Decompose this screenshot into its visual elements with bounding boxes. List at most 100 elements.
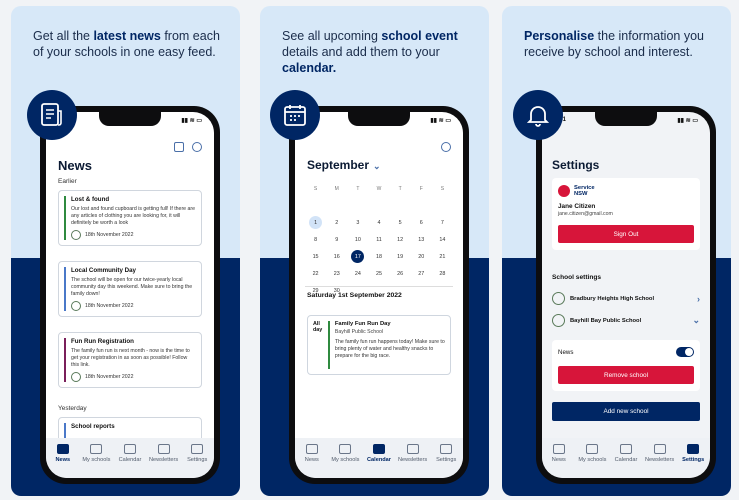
tab-settings[interactable]: Settings (677, 444, 709, 478)
tab-news[interactable]: News (47, 444, 79, 478)
tab-settings[interactable]: Settings (181, 444, 213, 478)
notch (595, 112, 657, 126)
remove-school-button[interactable]: Remove school (558, 366, 694, 384)
calendar-day[interactable]: 4 (368, 216, 389, 229)
calendar-day[interactable]: 28 (432, 267, 453, 280)
promo-panel-news: Get all the latest news from each of you… (11, 6, 240, 496)
news-toggle-label: News (558, 348, 574, 356)
newsletter-icon (406, 444, 419, 454)
school-options-card: News Remove school (552, 340, 700, 391)
calendar-empty (326, 199, 347, 212)
calendar-day[interactable]: 1 (309, 216, 323, 229)
calendar-empty (390, 199, 411, 212)
page-title: Settings (552, 158, 600, 172)
school-logo-icon (552, 292, 565, 305)
news-card[interactable]: Local Community Day The school will be o… (58, 261, 202, 318)
calendar-day[interactable]: 17 (351, 250, 365, 263)
settings-screen: 9:41▮▮ ≋ ▭ Settings ServiceNSW Jane Citi… (542, 112, 710, 478)
tab-newsletters[interactable]: Newsletters (644, 444, 676, 478)
phone-frame: 9:41▮▮ ≋ ▭ September⌄ SMTWTFS12345678910… (289, 106, 469, 484)
calendar-empty (411, 199, 432, 212)
add-school-button[interactable]: Add new school (552, 402, 700, 421)
calendar-day[interactable]: 11 (368, 233, 389, 246)
calendar-icon (270, 90, 320, 140)
tab-my-schools[interactable]: My schools (329, 444, 361, 478)
tab-my-schools[interactable]: My schools (576, 444, 608, 478)
news-toggle[interactable] (676, 347, 694, 357)
school-logo-icon (71, 301, 81, 312)
calendar-day[interactable]: 22 (305, 267, 326, 280)
account-card: Service NSW Jane Citizen jane.citizen@gma… (552, 178, 700, 250)
weekday-header: S (313, 185, 318, 192)
calendar-day[interactable]: 8 (305, 233, 326, 246)
school-icon (339, 444, 352, 454)
tab-my-schools[interactable]: My schools (80, 444, 112, 478)
school-logo-icon (71, 230, 81, 241)
calendar-day[interactable]: 14 (432, 233, 453, 246)
calendar-day[interactable]: 13 (411, 233, 432, 246)
calendar-icon (372, 444, 385, 454)
calendar-day[interactable]: 15 (305, 250, 326, 263)
chevron-down-icon: ⌄ (373, 161, 381, 171)
tab-settings[interactable]: Settings (430, 444, 462, 478)
sign-out-button[interactable]: Sign Out (558, 225, 694, 243)
school-row[interactable]: Bradbury Heights High School › (552, 292, 700, 305)
month-selector[interactable]: September ⌄ (307, 158, 381, 172)
calendar-day[interactable]: 10 (347, 233, 368, 246)
headline: Get all the latest news from each of you… (33, 29, 220, 59)
tab-bar: News My schools Calendar Newsletters Set… (46, 438, 214, 478)
tab-calendar[interactable]: Calendar (363, 444, 395, 478)
calendar-day[interactable]: 5 (390, 216, 411, 229)
calendar-grid: S M T W T F S 1 2 3 4 5 6 7 8 9 10 11 12 13 14 15 16 17 18 19 20 21… (305, 182, 453, 297)
calendar-day[interactable]: 16 (326, 250, 347, 263)
tab-news[interactable]: News (543, 444, 575, 478)
calendar-day[interactable]: 23 (326, 267, 347, 280)
calendar-day[interactable]: 27 (411, 267, 432, 280)
service-nsw-logo: Service NSW (558, 185, 694, 197)
event-title: Family Fun Run Day (334, 321, 391, 327)
weekday-header: T (356, 185, 360, 192)
calendar-day[interactable]: 26 (390, 267, 411, 280)
newspaper-icon (27, 90, 77, 140)
calendar-day[interactable]: 7 (432, 216, 453, 229)
calendar-empty (347, 199, 368, 212)
notch (99, 112, 161, 126)
school-icon (90, 444, 103, 454)
event-school: Bayhill Public School (334, 329, 384, 335)
tab-newsletters[interactable]: Newsletters (397, 444, 429, 478)
calendar-day[interactable]: 21 (432, 250, 453, 263)
calendar-day[interactable]: 18 (368, 250, 389, 263)
calendar-day[interactable]: 20 (411, 250, 432, 263)
calendar-day[interactable]: 19 (390, 250, 411, 263)
notch (348, 112, 410, 126)
news-card[interactable]: Lost & found Our lost and found cupboard… (58, 190, 202, 247)
more-icon[interactable] (441, 142, 451, 152)
news-card[interactable]: Fun Run Registration The family fun run … (58, 332, 202, 389)
calendar-day[interactable]: 12 (390, 233, 411, 246)
calendar-day[interactable]: 2 (326, 216, 347, 229)
more-icon[interactable] (192, 142, 202, 152)
calendar-day[interactable]: 6 (411, 216, 432, 229)
tab-news[interactable]: News (296, 444, 328, 478)
phone-frame: 9:41▮▮ ≋ ▭ Settings ServiceNSW Jane Citi… (536, 106, 716, 484)
promo-panel-settings: Personalise the information you receive … (502, 6, 731, 496)
event-date-heading: Saturday 1st September 2022 (307, 292, 402, 299)
header-actions (174, 142, 202, 152)
tab-calendar[interactable]: Calendar (610, 444, 642, 478)
calendar-day[interactable]: 24 (347, 267, 368, 280)
chevron-right-icon: › (697, 293, 700, 304)
calendar-day[interactable]: 3 (347, 216, 368, 229)
user-name: Jane Citizen (558, 203, 596, 210)
event-body: Family Fun Run Day Bayhill Public School… (327, 321, 445, 369)
calendar-day[interactable]: 25 (368, 267, 389, 280)
news-icon (305, 444, 318, 454)
tab-newsletters[interactable]: Newsletters (148, 444, 180, 478)
filter-icon[interactable] (174, 142, 184, 152)
section-earlier: Earlier (58, 178, 77, 185)
news-icon (56, 444, 69, 454)
school-row[interactable]: Bayhill Bay Public School ⌄ (552, 314, 700, 327)
tab-calendar[interactable]: Calendar (114, 444, 146, 478)
event-card[interactable]: All day Family Fun Run Day Bayhill Publi… (307, 315, 451, 375)
weekday-header: S (440, 185, 445, 192)
calendar-day[interactable]: 9 (326, 233, 347, 246)
